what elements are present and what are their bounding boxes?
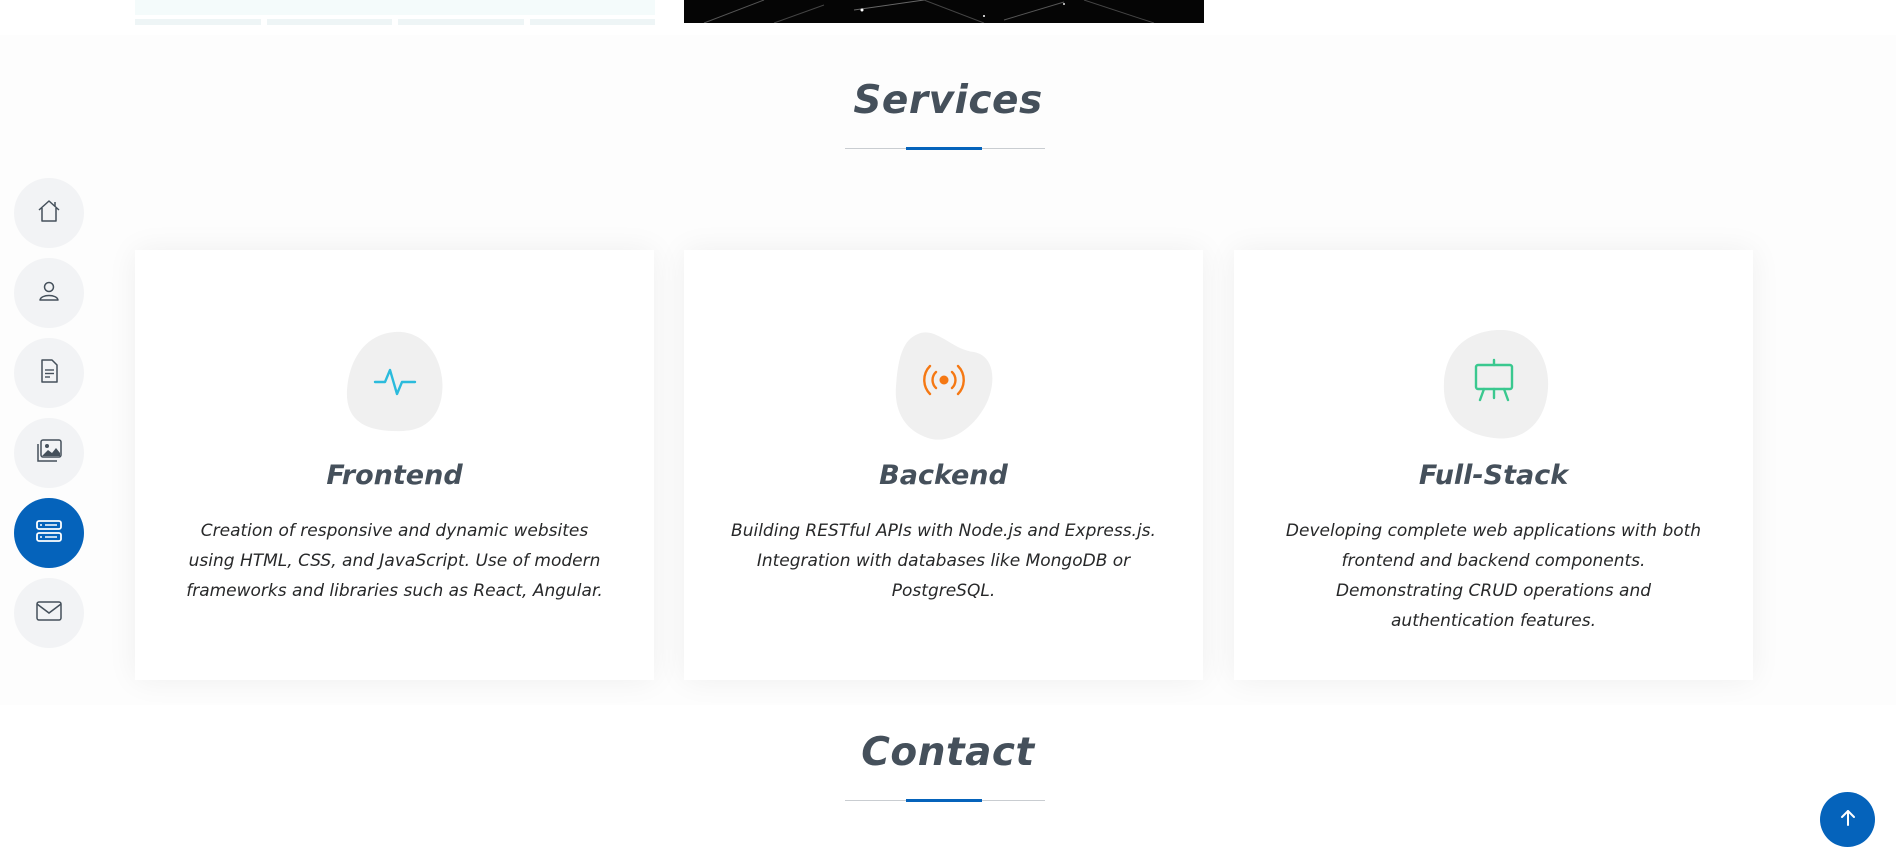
person-icon (36, 278, 62, 308)
contact-title-accent (906, 799, 982, 802)
images-icon (35, 438, 63, 468)
backend-description: Building RESTful APIs with Node.js and E… (731, 521, 1156, 601)
frontend-title: Frontend (326, 460, 463, 491)
service-card-fullstack: Full-Stack Developing complete web appli… (1234, 250, 1753, 680)
activity-icon (371, 356, 419, 408)
arrow-up-icon (1837, 807, 1859, 833)
fullstack-icon-blob (1442, 330, 1548, 439)
envelope-icon (35, 599, 63, 627)
broadcast-icon (920, 356, 968, 408)
nav-resume-button[interactable] (14, 338, 84, 408)
side-navigation (14, 178, 84, 648)
contact-title: Contact (861, 730, 1035, 775)
nav-about-button[interactable] (14, 258, 84, 328)
nav-portfolio-button[interactable] (14, 418, 84, 488)
previous-section-tabs (135, 19, 655, 25)
services-title: Services (853, 78, 1043, 123)
server-icon (35, 518, 63, 548)
nav-home-button[interactable] (14, 178, 84, 248)
back-to-top-button[interactable] (1820, 792, 1875, 847)
house-icon (36, 198, 62, 228)
service-card-frontend: Frontend Creation of responsive and dyna… (135, 250, 654, 680)
service-card-backend: Backend Building RESTful APIs with Node.… (684, 250, 1203, 680)
frontend-description: Creation of responsive and dynamic websi… (186, 521, 603, 601)
nav-services-button[interactable] (14, 498, 84, 568)
file-text-icon (36, 358, 62, 388)
previous-section-panel (135, 0, 655, 15)
services-title-accent (906, 147, 982, 150)
page: Services Frontend Creation of responsive… (0, 0, 1896, 857)
fullstack-title: Full-Stack (1418, 460, 1569, 491)
backend-icon-blob (892, 330, 996, 440)
nav-contact-button[interactable] (14, 578, 84, 648)
backend-title: Backend (879, 460, 1008, 491)
easel-icon (1470, 356, 1518, 408)
fullstack-description: Developing complete web applications wit… (1285, 521, 1702, 631)
previous-section-image (684, 0, 1204, 23)
frontend-icon-blob (343, 330, 447, 434)
